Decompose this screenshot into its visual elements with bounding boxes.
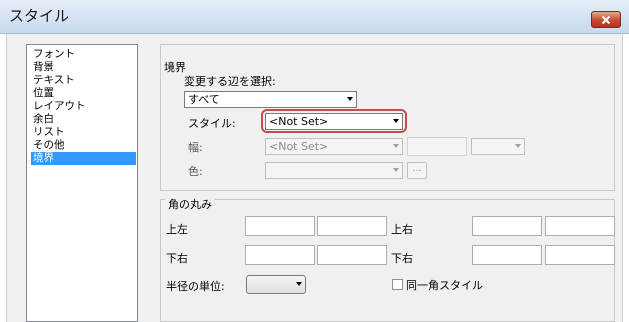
select-sides-label: 変更する辺を選択: — [184, 75, 276, 88]
width-label: 幅: — [188, 141, 203, 154]
chevron-down-icon — [515, 144, 521, 148]
bottom-left-radius-input-1[interactable] — [245, 245, 315, 265]
corner-radius-group-title: 角の丸み — [165, 196, 215, 212]
style-highlight-box — [261, 109, 407, 133]
width-select-value: <Not Set> — [269, 140, 329, 153]
category-item-list[interactable]: リスト — [33, 126, 65, 139]
bottom-left-radius-input-2[interactable] — [317, 245, 387, 265]
category-item-position[interactable]: 位置 — [33, 87, 54, 100]
category-item-background[interactable]: 背景 — [33, 61, 54, 74]
style-label: スタイル: — [188, 117, 236, 130]
top-right-radius-input-2[interactable] — [545, 216, 615, 236]
radius-unit-select[interactable] — [246, 275, 306, 294]
bottom-right-label-left: 下右 — [166, 252, 188, 265]
category-item-text[interactable]: テキスト — [33, 74, 75, 87]
chevron-down-icon — [393, 168, 399, 172]
color-picker-button[interactable]: ... — [407, 162, 427, 179]
radius-unit-label: 半径の単位: — [166, 280, 225, 293]
category-item-font[interactable]: フォント — [33, 48, 75, 61]
width-unit-select[interactable] — [471, 138, 525, 155]
same-corner-style-label: 同一角スタイル — [406, 279, 483, 292]
category-item-margin[interactable]: 余白 — [33, 113, 54, 126]
top-right-radius-input-1[interactable] — [472, 216, 542, 236]
sides-select-value: すべて — [188, 93, 220, 106]
chevron-down-icon — [393, 144, 399, 148]
title-bar: スタイル — [0, 0, 629, 34]
bottom-right-radius-input-2[interactable] — [545, 245, 615, 265]
chevron-down-icon — [296, 282, 302, 286]
window-title: スタイル — [9, 7, 70, 25]
color-label: 色: — [188, 165, 203, 178]
top-left-label: 上左 — [166, 223, 188, 236]
top-right-label: 上右 — [391, 223, 413, 236]
category-item-border[interactable]: 境界 — [31, 152, 136, 165]
category-item-other[interactable]: その他 — [33, 139, 65, 152]
category-list[interactable]: フォント 背景 テキスト 位置 レイアウト 余白 リスト その他 境界 — [26, 44, 138, 322]
bottom-right-label-right: 下右 — [391, 252, 413, 265]
color-select[interactable] — [265, 162, 403, 179]
chevron-down-icon — [347, 97, 353, 101]
sides-select[interactable]: すべて — [184, 91, 357, 108]
border-group-title: 境界 — [164, 61, 186, 74]
same-corner-style-checkbox[interactable] — [392, 279, 403, 290]
top-left-radius-input-2[interactable] — [317, 216, 387, 236]
category-item-layout[interactable]: レイアウト — [33, 100, 86, 113]
width-select[interactable]: <Not Set> — [265, 138, 403, 155]
close-button[interactable] — [591, 11, 621, 28]
width-number-input[interactable] — [407, 137, 467, 156]
close-icon — [601, 15, 611, 24]
top-left-radius-input-1[interactable] — [245, 216, 315, 236]
bottom-right-radius-input-1[interactable] — [472, 245, 542, 265]
